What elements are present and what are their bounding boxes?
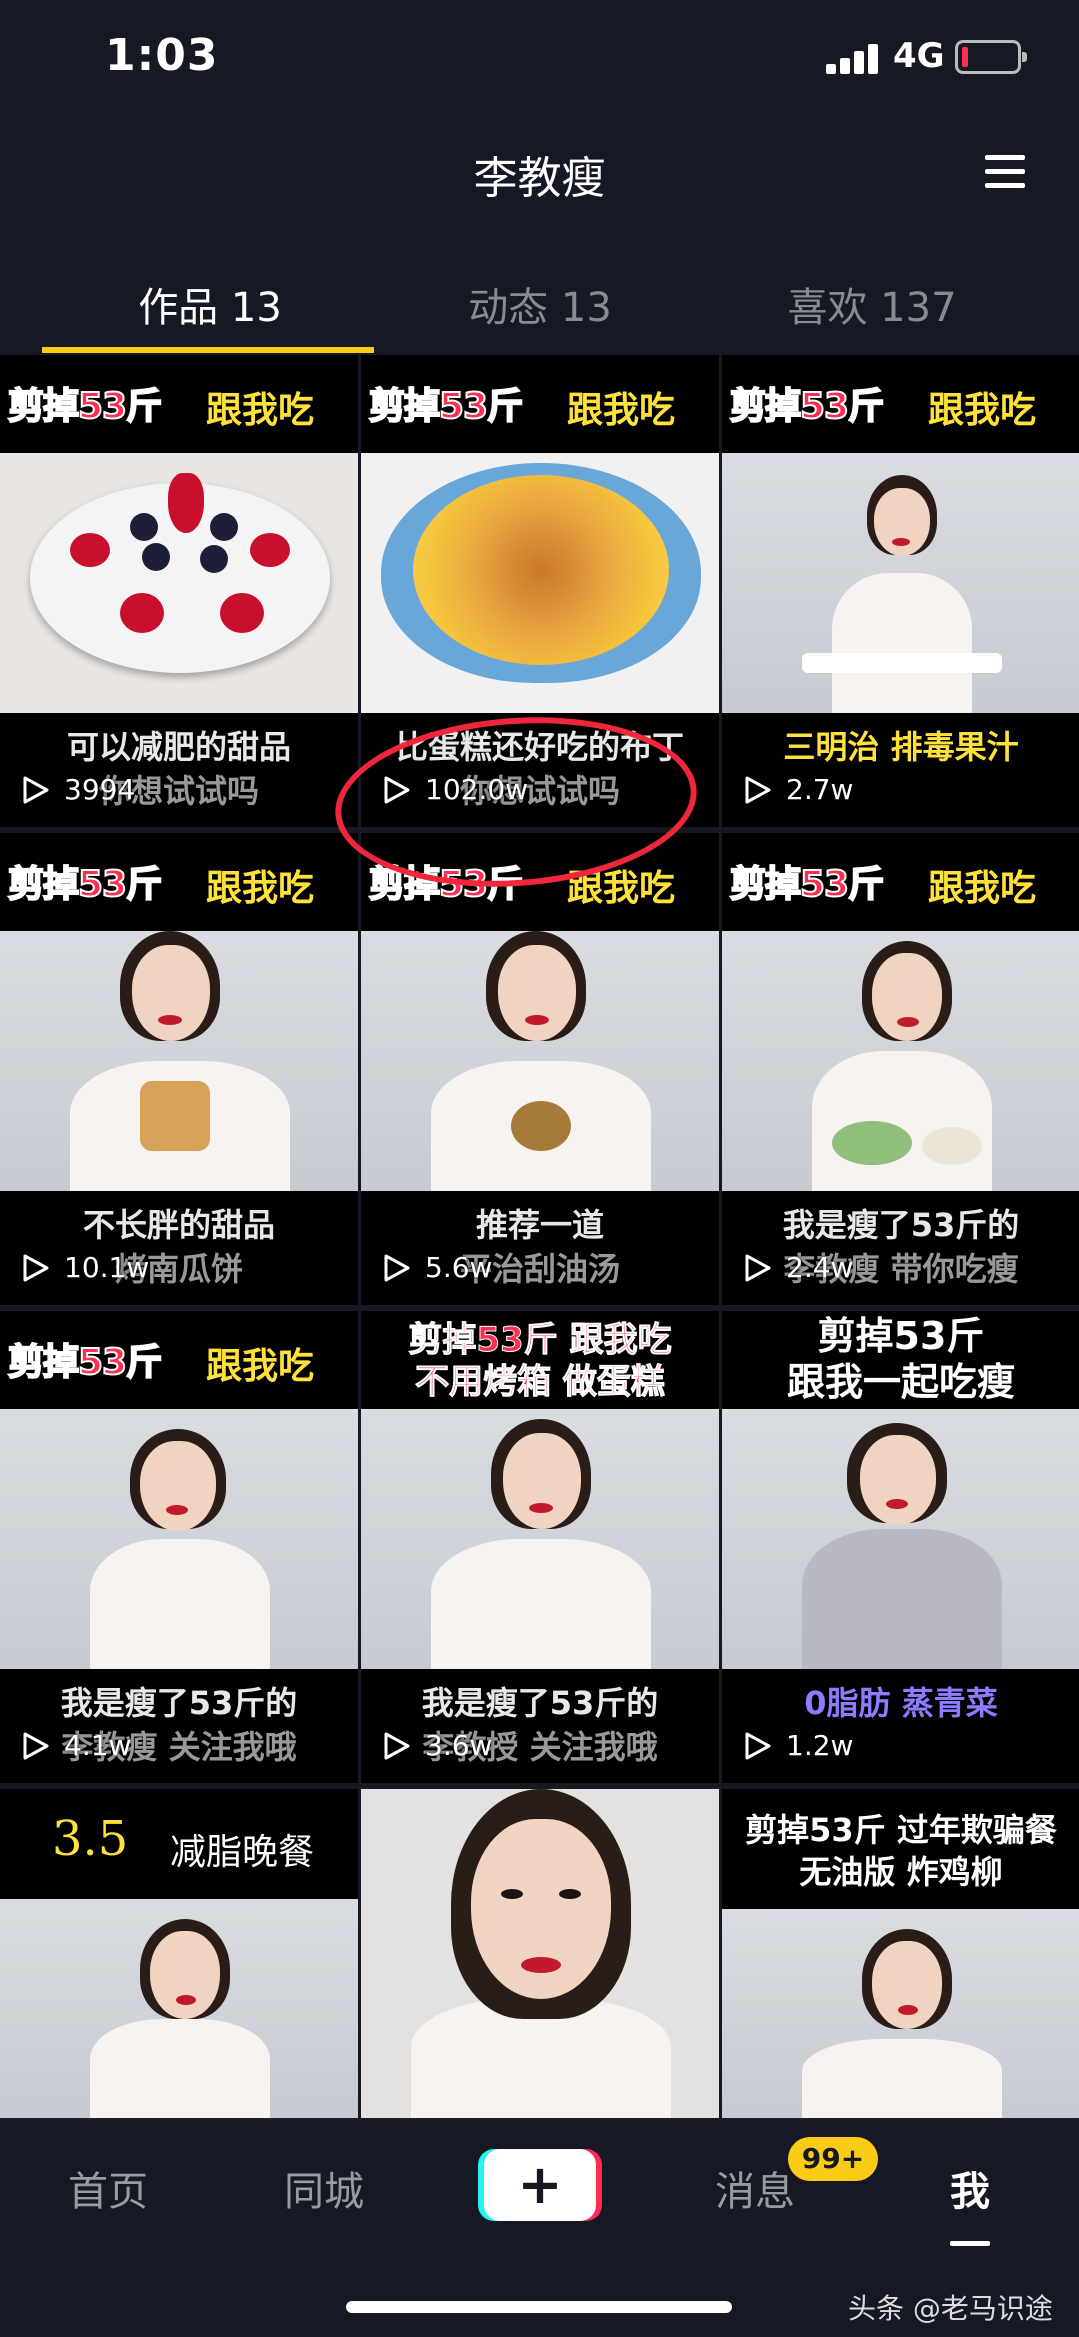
tile-header-line1: 剪掉53斤 跟我吃: [408, 1320, 672, 1361]
tile-caption: 三明治 排毒果汁: [783, 728, 1019, 766]
watermark: 头条 @老马识途: [848, 2292, 1053, 2325]
active-nav-indicator: [950, 2241, 990, 2246]
status-bar: 1:03 4G: [0, 0, 1079, 120]
view-count: 2.4w: [744, 1251, 853, 1284]
person-thumbnail: [361, 1409, 719, 1669]
tab-works[interactable]: 作品 13: [30, 275, 390, 333]
video-tile[interactable]: 剪掉53斤 跟我吃 三明治 排毒果汁 2.7w: [722, 355, 1079, 827]
video-tile[interactable]: 剪掉53斤 跟我一起吃瘦 0脂肪 蒸青菜 1.2w: [722, 1311, 1079, 1783]
menu-icon[interactable]: [985, 155, 1025, 189]
person-thumbnail: [722, 453, 1079, 713]
tile-header-red: 剪掉53斤: [7, 385, 163, 428]
view-count: 4.1w: [22, 1729, 131, 1762]
tile-header-line2: 不用烤箱 做蛋糕: [415, 1362, 666, 1403]
play-icon: [23, 1254, 49, 1281]
tile-header-yellow: 跟我吃: [567, 390, 676, 431]
profile-tabs: 作品 13 动态 13 喜欢 137: [0, 265, 1079, 355]
person-thumbnail: [722, 1409, 1079, 1669]
tile-caption: 我是瘦了53斤的: [60, 1684, 298, 1722]
tab-activity[interactable]: 动态 13: [360, 275, 720, 333]
messages-badge: 99+: [788, 2137, 878, 2181]
dessert-thumbnail: [0, 453, 358, 713]
tile-header-line1: 剪掉53斤: [817, 1314, 985, 1358]
tab-likes[interactable]: 喜欢 137: [692, 275, 1052, 333]
person-thumbnail: [361, 931, 719, 1191]
person-thumbnail: [361, 1789, 719, 2119]
person-thumbnail: [0, 1409, 358, 1669]
tile-header-red: 剪掉53斤: [729, 385, 885, 428]
plus-icon: +: [517, 2153, 563, 2216]
nav-messages[interactable]: 消息: [715, 2159, 795, 2217]
video-tile[interactable]: 剪掉53斤 跟我吃 推荐一道 平治刮油汤 5.6w: [361, 833, 719, 1305]
nav-home[interactable]: 首页: [68, 2159, 148, 2217]
tile-header-red: 剪掉53斤: [7, 863, 163, 906]
play-icon: [23, 1732, 49, 1759]
play-icon: [745, 776, 771, 803]
play-icon: [745, 1732, 771, 1759]
play-icon: [384, 1254, 410, 1281]
tile-header-yellow: 跟我吃: [206, 868, 315, 909]
video-tile[interactable]: 剪掉53斤 过年欺骗餐 无油版 炸鸡柳: [722, 1789, 1079, 2119]
nav-local[interactable]: 同城: [284, 2159, 364, 2217]
video-tile[interactable]: 剪掉53斤 跟我吃 不长胖的甜品 烤南瓜饼 10.1w: [0, 833, 358, 1305]
view-count: 5.6w: [383, 1251, 492, 1284]
video-tile[interactable]: [361, 1789, 719, 2119]
person-thumbnail: [0, 931, 358, 1191]
active-tab-indicator: [42, 347, 374, 353]
view-count: 10.1w: [22, 1251, 149, 1284]
tile-header-line2: 跟我一起吃瘦: [786, 1360, 1015, 1404]
tile-caption: 我是瘦了53斤的: [782, 1206, 1020, 1244]
network-label: 4G: [893, 36, 945, 76]
person-thumbnail: [722, 1909, 1079, 2119]
create-button[interactable]: +: [484, 2149, 596, 2221]
tile-header-red: 剪掉53斤: [7, 1341, 163, 1384]
tile-header-line2: 无油版 炸鸡柳: [799, 1853, 1003, 1891]
play-icon: [23, 776, 49, 803]
tile-caption: 0脂肪 蒸青菜: [804, 1684, 998, 1722]
tile-header-line1: 剪掉53斤 过年欺骗餐: [745, 1811, 1057, 1849]
tile-caption: 不长胖的甜品: [82, 1206, 275, 1244]
video-tile[interactable]: 剪掉53斤 跟我吃 我是瘦了53斤的 李教瘦 关注我哦 4.1w: [0, 1311, 358, 1783]
video-tile[interactable]: 剪掉53斤 跟我吃 不用烤箱 做蛋糕 我是瘦了53斤的 李教授 关注我哦 3.6w: [361, 1311, 719, 1783]
tile-header-red: 剪掉53斤: [729, 863, 885, 906]
tile-header-num: 3.5: [52, 1811, 129, 1867]
profile-title: 李教瘦: [473, 153, 606, 204]
play-icon: [745, 1254, 771, 1281]
tile-caption: 推荐一道: [475, 1206, 604, 1244]
nav-me[interactable]: 我: [950, 2159, 990, 2217]
view-count: 2.7w: [744, 773, 853, 806]
clock: 1:03: [105, 30, 219, 81]
view-count: 1.2w: [744, 1729, 853, 1762]
video-tile[interactable]: 3.5 减脂晚餐: [0, 1789, 358, 2119]
view-count: 3.6w: [383, 1729, 492, 1762]
video-tile[interactable]: 剪掉53斤 跟我吃 可以减肥的甜品 你想试试吗 3994: [0, 355, 358, 827]
home-indicator[interactable]: [346, 2301, 732, 2313]
tile-header-yellow: 跟我吃: [928, 390, 1037, 431]
tile-header-text: 减脂晚餐: [170, 1832, 315, 1873]
person-thumbnail: [722, 931, 1079, 1191]
person-thumbnail: [0, 1899, 358, 2119]
bottom-nav: 首页 同城 + 消息 99+ 我 头条 @老马识途: [0, 2118, 1079, 2337]
view-count: 3994: [22, 773, 135, 806]
battery-icon: [955, 40, 1027, 74]
tile-header-yellow: 跟我吃: [928, 868, 1037, 909]
tile-header-yellow: 跟我吃: [206, 1346, 315, 1387]
signal-icon: [826, 42, 880, 74]
tile-caption: 我是瘦了53斤的: [421, 1684, 659, 1722]
tile-caption: 可以减肥的甜品: [66, 728, 291, 766]
play-icon: [384, 1732, 410, 1759]
tile-header-yellow: 跟我吃: [206, 390, 315, 431]
pudding-thumbnail: [361, 453, 719, 713]
video-tile[interactable]: 剪掉53斤 跟我吃 我是瘦了53斤的 李教瘦 带你吃瘦 2.4w: [722, 833, 1079, 1305]
tile-header-red: 剪掉53斤: [368, 385, 524, 428]
